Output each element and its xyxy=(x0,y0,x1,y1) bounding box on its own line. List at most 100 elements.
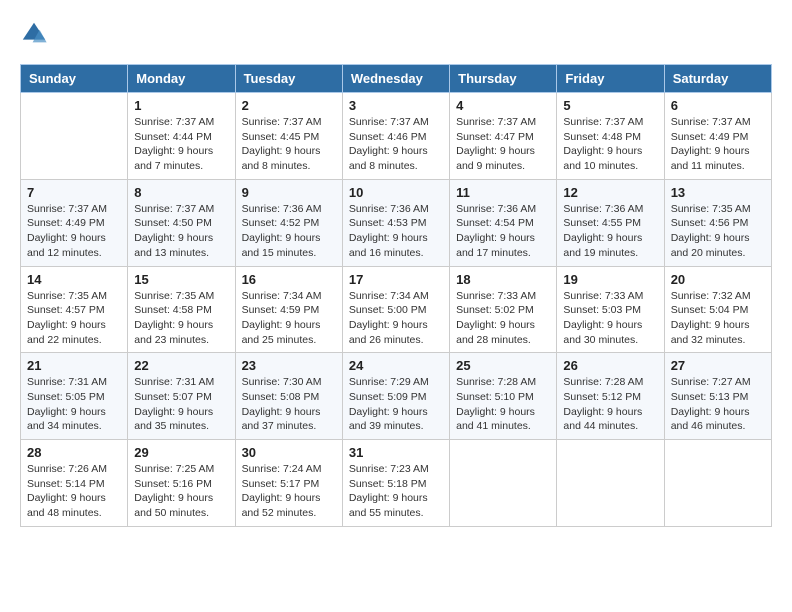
calendar-cell: 3 Sunrise: 7:37 AM Sunset: 4:46 PM Daylig… xyxy=(342,93,449,180)
calendar-cell: 16 Sunrise: 7:34 AM Sunset: 4:59 PM Dayli… xyxy=(235,266,342,353)
day-info: Sunrise: 7:35 AM Sunset: 4:56 PM Dayligh… xyxy=(671,202,765,261)
calendar-cell: 31 Sunrise: 7:23 AM Sunset: 5:18 PM Dayli… xyxy=(342,440,449,527)
day-number: 25 xyxy=(456,358,550,373)
day-number: 19 xyxy=(563,272,657,287)
calendar-week-row: 1 Sunrise: 7:37 AM Sunset: 4:44 PM Daylig… xyxy=(21,93,772,180)
day-number: 15 xyxy=(134,272,228,287)
day-info: Sunrise: 7:35 AM Sunset: 4:58 PM Dayligh… xyxy=(134,289,228,348)
calendar-week-row: 14 Sunrise: 7:35 AM Sunset: 4:57 PM Dayli… xyxy=(21,266,772,353)
day-info: Sunrise: 7:37 AM Sunset: 4:44 PM Dayligh… xyxy=(134,115,228,174)
day-number: 29 xyxy=(134,445,228,460)
day-info: Sunrise: 7:26 AM Sunset: 5:14 PM Dayligh… xyxy=(27,462,121,521)
calendar-cell: 6 Sunrise: 7:37 AM Sunset: 4:49 PM Daylig… xyxy=(664,93,771,180)
day-number: 6 xyxy=(671,98,765,113)
calendar-cell: 14 Sunrise: 7:35 AM Sunset: 4:57 PM Dayli… xyxy=(21,266,128,353)
day-number: 4 xyxy=(456,98,550,113)
day-number: 10 xyxy=(349,185,443,200)
calendar-cell: 8 Sunrise: 7:37 AM Sunset: 4:50 PM Daylig… xyxy=(128,179,235,266)
calendar-cell: 18 Sunrise: 7:33 AM Sunset: 5:02 PM Dayli… xyxy=(450,266,557,353)
day-number: 5 xyxy=(563,98,657,113)
day-info: Sunrise: 7:36 AM Sunset: 4:53 PM Dayligh… xyxy=(349,202,443,261)
day-info: Sunrise: 7:37 AM Sunset: 4:49 PM Dayligh… xyxy=(671,115,765,174)
day-number: 26 xyxy=(563,358,657,373)
day-number: 2 xyxy=(242,98,336,113)
day-info: Sunrise: 7:24 AM Sunset: 5:17 PM Dayligh… xyxy=(242,462,336,521)
day-number: 13 xyxy=(671,185,765,200)
day-number: 7 xyxy=(27,185,121,200)
day-info: Sunrise: 7:31 AM Sunset: 5:05 PM Dayligh… xyxy=(27,375,121,434)
day-number: 30 xyxy=(242,445,336,460)
calendar-cell xyxy=(664,440,771,527)
calendar-cell: 13 Sunrise: 7:35 AM Sunset: 4:56 PM Dayli… xyxy=(664,179,771,266)
calendar-cell: 21 Sunrise: 7:31 AM Sunset: 5:05 PM Dayli… xyxy=(21,353,128,440)
day-info: Sunrise: 7:37 AM Sunset: 4:50 PM Dayligh… xyxy=(134,202,228,261)
day-number: 20 xyxy=(671,272,765,287)
day-number: 24 xyxy=(349,358,443,373)
calendar-cell: 23Sunrise: 7:30 AM Sunset: 5:08 PM Dayli… xyxy=(235,353,342,440)
day-info: Sunrise: 7:35 AM Sunset: 4:57 PM Dayligh… xyxy=(27,289,121,348)
weekday-header-friday: Friday xyxy=(557,65,664,93)
day-number: 3 xyxy=(349,98,443,113)
calendar-week-row: 28 Sunrise: 7:26 AM Sunset: 5:14 PM Dayli… xyxy=(21,440,772,527)
weekday-header-saturday: Saturday xyxy=(664,65,771,93)
day-number: 22 xyxy=(134,358,228,373)
calendar-cell xyxy=(21,93,128,180)
day-info: Sunrise: 7:37 AM Sunset: 4:45 PM Dayligh… xyxy=(242,115,336,174)
page-header xyxy=(20,20,772,48)
day-number: 28 xyxy=(27,445,121,460)
calendar-table: SundayMondayTuesdayWednesdayThursdayFrid… xyxy=(20,64,772,527)
day-info: Sunrise: 7:33 AM Sunset: 5:02 PM Dayligh… xyxy=(456,289,550,348)
calendar-cell xyxy=(450,440,557,527)
day-info: Sunrise: 7:30 AM Sunset: 5:08 PM Dayligh… xyxy=(242,375,336,434)
calendar-cell: 24 Sunrise: 7:29 AM Sunset: 5:09 PM Dayli… xyxy=(342,353,449,440)
calendar-cell: 7Sunrise: 7:37 AM Sunset: 4:49 PM Daylig… xyxy=(21,179,128,266)
day-info: Sunrise: 7:37 AM Sunset: 4:47 PM Dayligh… xyxy=(456,115,550,174)
calendar-cell: 2 Sunrise: 7:37 AM Sunset: 4:45 PM Daylig… xyxy=(235,93,342,180)
weekday-header-tuesday: Tuesday xyxy=(235,65,342,93)
day-number: 21 xyxy=(27,358,121,373)
day-number: 1 xyxy=(134,98,228,113)
day-info: Sunrise: 7:36 AM Sunset: 4:55 PM Dayligh… xyxy=(563,202,657,261)
day-info: Sunrise: 7:34 AM Sunset: 5:00 PM Dayligh… xyxy=(349,289,443,348)
calendar-cell: 4 Sunrise: 7:37 AM Sunset: 4:47 PM Daylig… xyxy=(450,93,557,180)
calendar-header-row: SundayMondayTuesdayWednesdayThursdayFrid… xyxy=(21,65,772,93)
weekday-header-thursday: Thursday xyxy=(450,65,557,93)
weekday-header-monday: Monday xyxy=(128,65,235,93)
calendar-cell: 10 Sunrise: 7:36 AM Sunset: 4:53 PM Dayli… xyxy=(342,179,449,266)
day-info: Sunrise: 7:28 AM Sunset: 5:12 PM Dayligh… xyxy=(563,375,657,434)
day-info: Sunrise: 7:29 AM Sunset: 5:09 PM Dayligh… xyxy=(349,375,443,434)
calendar-cell xyxy=(557,440,664,527)
calendar-cell: 5Sunrise: 7:37 AM Sunset: 4:48 PM Daylig… xyxy=(557,93,664,180)
calendar-cell: 30 Sunrise: 7:24 AM Sunset: 5:17 PM Dayli… xyxy=(235,440,342,527)
calendar-cell: 28 Sunrise: 7:26 AM Sunset: 5:14 PM Dayli… xyxy=(21,440,128,527)
calendar-cell: 20 Sunrise: 7:32 AM Sunset: 5:04 PM Dayli… xyxy=(664,266,771,353)
day-number: 16 xyxy=(242,272,336,287)
day-info: Sunrise: 7:36 AM Sunset: 4:54 PM Dayligh… xyxy=(456,202,550,261)
calendar-cell: 26 Sunrise: 7:28 AM Sunset: 5:12 PM Dayli… xyxy=(557,353,664,440)
day-number: 8 xyxy=(134,185,228,200)
day-number: 27 xyxy=(671,358,765,373)
day-number: 9 xyxy=(242,185,336,200)
day-info: Sunrise: 7:27 AM Sunset: 5:13 PM Dayligh… xyxy=(671,375,765,434)
calendar-cell: 29 Sunrise: 7:25 AM Sunset: 5:16 PM Dayli… xyxy=(128,440,235,527)
calendar-cell: 15 Sunrise: 7:35 AM Sunset: 4:58 PM Dayli… xyxy=(128,266,235,353)
day-number: 18 xyxy=(456,272,550,287)
day-info: Sunrise: 7:23 AM Sunset: 5:18 PM Dayligh… xyxy=(349,462,443,521)
day-info: Sunrise: 7:33 AM Sunset: 5:03 PM Dayligh… xyxy=(563,289,657,348)
day-info: Sunrise: 7:32 AM Sunset: 5:04 PM Dayligh… xyxy=(671,289,765,348)
calendar-cell: 17 Sunrise: 7:34 AM Sunset: 5:00 PM Dayli… xyxy=(342,266,449,353)
day-number: 31 xyxy=(349,445,443,460)
day-number: 14 xyxy=(27,272,121,287)
weekday-header-sunday: Sunday xyxy=(21,65,128,93)
calendar-cell: 11Sunrise: 7:36 AM Sunset: 4:54 PM Dayli… xyxy=(450,179,557,266)
day-number: 12 xyxy=(563,185,657,200)
logo-icon xyxy=(20,20,48,48)
day-info: Sunrise: 7:34 AM Sunset: 4:59 PM Dayligh… xyxy=(242,289,336,348)
calendar-cell: 9Sunrise: 7:36 AM Sunset: 4:52 PM Daylig… xyxy=(235,179,342,266)
day-number: 17 xyxy=(349,272,443,287)
calendar-cell: 27 Sunrise: 7:27 AM Sunset: 5:13 PM Dayli… xyxy=(664,353,771,440)
day-info: Sunrise: 7:37 AM Sunset: 4:46 PM Dayligh… xyxy=(349,115,443,174)
day-info: Sunrise: 7:25 AM Sunset: 5:16 PM Dayligh… xyxy=(134,462,228,521)
calendar-cell: 1 Sunrise: 7:37 AM Sunset: 4:44 PM Daylig… xyxy=(128,93,235,180)
weekday-header-wednesday: Wednesday xyxy=(342,65,449,93)
